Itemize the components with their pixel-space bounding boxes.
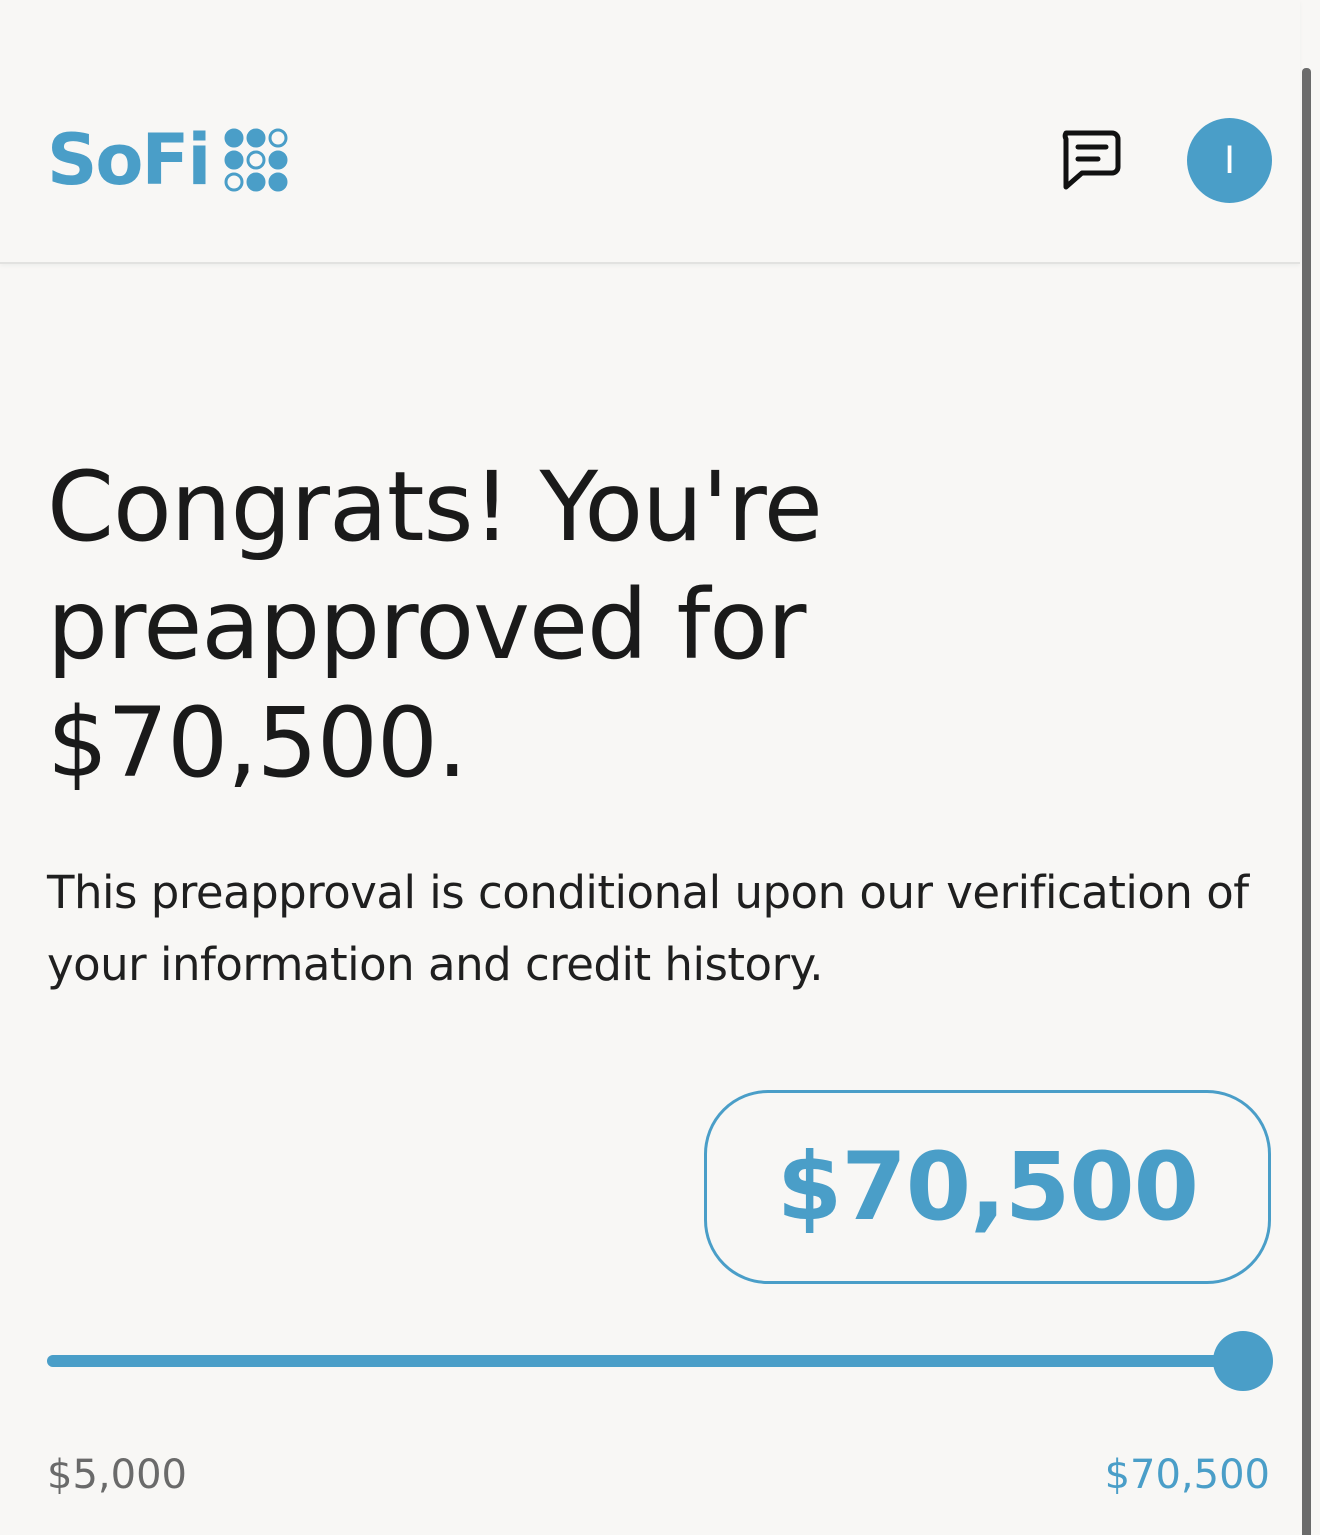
sofi-logo[interactable]: SoFi [47, 125, 289, 195]
slider-fill [47, 1355, 1243, 1367]
chat-button[interactable] [1058, 125, 1124, 195]
loan-amount-input[interactable]: $70,500 [704, 1090, 1271, 1284]
loan-amount-slider[interactable] [47, 1330, 1273, 1392]
chat-bubble-icon [1062, 130, 1121, 190]
logo-text: SoFi [47, 119, 211, 201]
headline-line: $70,500. [47, 687, 468, 799]
disclaimer-line: your information and credit history. [47, 938, 824, 991]
sofi-logo-mark-icon [224, 128, 288, 192]
disclaimer-line: This preapproval is conditional upon our… [47, 866, 1249, 919]
headline-line: preapproved for [47, 569, 806, 681]
slider-max-label: $70,500 [1104, 1452, 1270, 1498]
slider-thumb[interactable] [1213, 1331, 1273, 1391]
loan-amount-value: $70,500 [776, 1132, 1199, 1242]
preapproval-disclaimer: This preapproval is conditional upon our… [47, 857, 1249, 1001]
slider-min-label: $5,000 [47, 1452, 187, 1498]
app-header: SoFi I [0, 0, 1300, 264]
headline-line: Congrats! You're [47, 451, 823, 563]
user-avatar[interactable]: I [1187, 118, 1272, 203]
page-scrollbar[interactable] [1302, 68, 1311, 1535]
preapproval-headline: Congrats! You're preapproved for $70,500… [47, 448, 1047, 802]
